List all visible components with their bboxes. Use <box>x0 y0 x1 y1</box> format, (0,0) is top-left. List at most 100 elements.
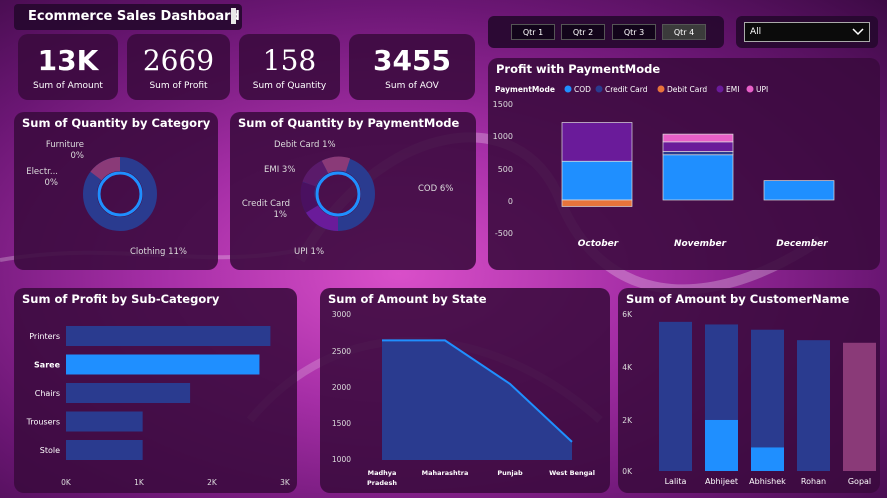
label-furniture: Furniture <box>46 140 84 150</box>
bar-chairs[interactable] <box>66 383 191 403</box>
customer-name-label: Abhishek <box>749 477 786 486</box>
x-month-label: November <box>674 239 727 249</box>
donut-slice-credit-card[interactable] <box>300 181 319 213</box>
y-tick-label: 500 <box>498 165 513 174</box>
title-cursor-mark <box>231 8 236 24</box>
dashboard-title-bar: Ecommerce Sales Dashboard <box>14 4 242 30</box>
stack-cod-october[interactable] <box>561 160 633 201</box>
x-tick-label: 2K <box>207 478 218 487</box>
legend-item-credit-card[interactable]: Credit Card <box>595 85 648 94</box>
filter-dropdown[interactable]: All <box>744 22 870 42</box>
qtr-1-button[interactable]: Qtr 1 <box>511 24 555 40</box>
x-tick-label: 3K <box>280 478 291 487</box>
donut-inner-ring <box>315 171 361 217</box>
customer-chart: 6K 4K 2K 0K Lalita Abhijeet Abhishek Rohan G… <box>622 310 876 486</box>
stack-emi-november[interactable] <box>662 141 734 152</box>
qtr-2-button[interactable]: Qtr 2 <box>561 24 605 40</box>
label-credit-card-pct: 1% <box>274 210 288 220</box>
label-cod: COD 6% <box>418 184 453 194</box>
category-label: Stole <box>40 446 60 455</box>
state-chart: 3000 2500 2000 1500 1000 Madhya Pradesh … <box>332 310 595 487</box>
kpi-label: Sum of AOV <box>385 81 439 91</box>
customer-name-label: Abhijeet <box>705 477 738 486</box>
label-clothing: Clothing 11% <box>130 247 187 257</box>
y-tick-label: 6K <box>622 310 633 319</box>
svg-text:Credit Card: Credit Card <box>605 85 648 94</box>
category-label: Trousers <box>26 418 60 427</box>
stack-upi-november[interactable] <box>662 133 734 143</box>
bar-trousers[interactable] <box>66 411 143 432</box>
stack-debit-card-october[interactable] <box>561 199 633 207</box>
dashboard-title: Ecommerce Sales Dashboard <box>28 9 240 24</box>
kpi-card-profit: 2669 Sum of Profit <box>127 34 230 100</box>
donut-slice-debit-card[interactable] <box>321 156 351 174</box>
svg-text:COD: COD <box>574 85 591 94</box>
bar-stole[interactable] <box>66 440 143 460</box>
kpi-card-quantity: 158 Sum of Quantity <box>239 34 340 100</box>
kpi-value: 2669 <box>142 44 215 77</box>
x-month-label: December <box>776 239 828 249</box>
state-area[interactable] <box>382 340 572 460</box>
x-label: West Bengal <box>549 469 595 477</box>
subcategory-chart: 0K 1K 2K 3K Printers Saree Chairs Trousers S… <box>26 326 291 487</box>
kpi-card-amount: 13K Sum of Amount <box>18 34 118 100</box>
customer-highlight-abhishek[interactable] <box>751 447 784 471</box>
legend-item-upi[interactable]: UPI <box>746 85 769 94</box>
customer-panel: Sum of Amount by CustomerName 6K 4K 2K 0… <box>618 288 880 493</box>
label-upi: UPI 1% <box>294 247 324 257</box>
kpi-label: Sum of Amount <box>33 81 103 91</box>
label-debit-card: Debit Card 1% <box>274 140 336 150</box>
payment-donut-chart: Debit Card 1% EMI 3% Credit Card 1% UPI … <box>242 140 454 257</box>
filter-dropdown-value: All <box>750 27 762 37</box>
profit-payment-panel: Profit with PaymentMode PaymentMode COD … <box>488 58 880 270</box>
customer-name-label: Rohan <box>801 477 826 486</box>
y-tick-label: 1000 <box>493 132 513 141</box>
legend-item-emi[interactable]: EMI <box>716 85 740 94</box>
stack-emi-october[interactable] <box>561 122 633 162</box>
label-furniture-pct: 0% <box>71 151 85 161</box>
y-tick-label: 1500 <box>493 100 513 109</box>
customer-highlight-abhijeet[interactable] <box>705 419 738 471</box>
legend-title: PaymentMode <box>495 85 555 94</box>
donut-inner-ring <box>97 171 143 217</box>
y-tick-label: 1500 <box>332 419 351 428</box>
svg-text:Debit Card: Debit Card <box>667 85 707 94</box>
category-label: Saree <box>34 361 61 370</box>
customer-bar-lalita[interactable] <box>659 321 692 471</box>
y-tick-label: -500 <box>495 229 513 238</box>
customer-bar-gopal[interactable] <box>843 342 876 471</box>
profit-payment-chart: PaymentMode COD Credit Card Debit Card E… <box>493 85 835 249</box>
y-tick-label: 3000 <box>332 310 351 319</box>
y-tick-label: 4K <box>622 363 633 372</box>
kpi-value: 3455 <box>373 44 451 77</box>
svg-text:EMI: EMI <box>726 85 739 94</box>
kpi-label: Sum of Profit <box>149 81 208 91</box>
bar-printers[interactable] <box>66 326 271 346</box>
category-donut-panel: Sum of Quantity by Category Furniture 0%… <box>14 112 218 270</box>
customer-bar-rohan[interactable] <box>797 340 830 471</box>
qtr-3-button[interactable]: Qtr 3 <box>612 24 656 40</box>
x-label: Maharashtra <box>422 469 469 477</box>
x-tick-label: 1K <box>134 478 145 487</box>
stack-cod-november[interactable] <box>662 154 734 201</box>
x-tick-label: 0K <box>61 478 72 487</box>
state-panel: Sum of Amount by State 3000 2500 2000 15… <box>320 288 610 493</box>
stack-cod-december[interactable] <box>763 180 835 201</box>
kpi-value: 13K <box>37 44 99 77</box>
y-tick-label: 2K <box>622 416 633 425</box>
y-tick-label: 0 <box>508 197 513 206</box>
label-emi: EMI 3% <box>264 165 295 175</box>
payment-donut-panel: Sum of Quantity by PaymentMode Debit Car… <box>230 112 476 270</box>
legend-item-cod[interactable]: COD <box>564 85 592 94</box>
x-label: Madhya <box>368 469 397 477</box>
bar-saree[interactable] <box>66 354 260 375</box>
kpi-value: 158 <box>262 44 317 77</box>
kpi-card-aov: 3455 Sum of AOV <box>349 34 475 100</box>
chevron-down-icon <box>852 28 864 36</box>
legend-item-debit-card[interactable]: Debit Card <box>657 85 708 94</box>
qtr-4-button[interactable]: Qtr 4 <box>662 24 706 40</box>
stack-credit-card-november[interactable] <box>662 151 734 156</box>
kpi-label: Sum of Quantity <box>252 81 327 91</box>
x-label: Punjab <box>497 469 523 477</box>
y-tick-label: 0K <box>622 467 633 476</box>
